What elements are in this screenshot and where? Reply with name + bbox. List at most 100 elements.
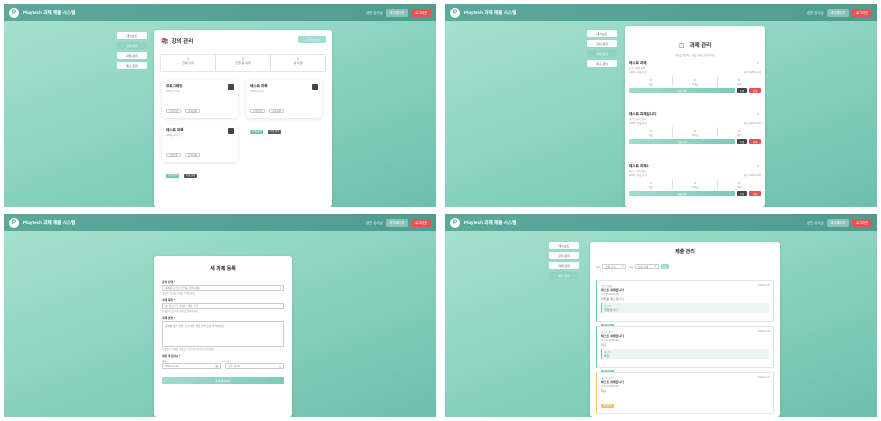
assignment-due: 마감 2025-10-28 xyxy=(743,174,761,177)
delete-button[interactable]: 삭제 xyxy=(749,191,761,196)
submission-card[interactable]: 테스트 과목 2025-10-21 테스트 과제입니다 박학생 (2025125… xyxy=(596,372,774,414)
feedback-box: 피드백 잘했습니다 xyxy=(601,303,769,313)
sidebar-item-courses[interactable]: 강의 관리 xyxy=(549,252,579,259)
assignment-item: 테스트 과제입니다 ✕ 테스트 과목 강의 2025년 제출 마감 마감 2025… xyxy=(629,112,761,144)
course-management-screen: P Playtech 과제 제출 시스템 김민 강사님 마이페이지 로그아웃 대… xyxy=(4,4,436,207)
stat-label: 전체 강의 xyxy=(182,61,194,65)
view-submissions-button[interactable]: 제출 현황 xyxy=(629,139,735,144)
sidebar-item-courses[interactable]: 강의 관리 xyxy=(117,42,147,49)
clipboard-icon: 📋 xyxy=(678,43,685,49)
stat-label: 채점 xyxy=(737,134,742,137)
manage-assignments-button[interactable]: 과제 관리 xyxy=(250,130,264,134)
submission-date: 2025-10-21 xyxy=(757,376,770,379)
assignment-meta: 2025년 제출 마감 xyxy=(629,122,647,125)
stat-label: 제출 xyxy=(648,134,653,137)
task-filter-select[interactable]: 전체 과제 ▾ xyxy=(634,264,659,269)
sidebar: 대시보드 강의 관리 과제 관리 제출 관리 xyxy=(117,32,147,69)
sidebar-item-assignments[interactable]: 과제 관리 xyxy=(587,50,617,57)
due-label: 제출 마감일시 * xyxy=(162,354,181,358)
stats-row: 3 전체 강의 0 진행 중 과제 0총 학생 xyxy=(160,54,326,72)
course-card[interactable]: 프로그래밍 2025년 2학기 수강인원 과제현황 과제 관리 학생 관리 xyxy=(162,80,238,134)
mypage-button[interactable]: 마이페이지 xyxy=(826,8,850,17)
logout-button[interactable]: 로그아웃 xyxy=(411,8,431,17)
submission-student: 김학생 (2025123) xyxy=(601,293,620,296)
sidebar-item-submissions[interactable]: 제출 관리 xyxy=(549,272,579,279)
course-hint: 과제가 게시될 강의를 선택하세요 xyxy=(162,292,195,295)
close-icon[interactable]: ✕ xyxy=(756,164,759,168)
mypage-button[interactable]: 마이페이지 xyxy=(826,218,850,227)
feedback-text: 확인 xyxy=(604,354,610,358)
logout-button[interactable]: 로그아웃 xyxy=(852,218,872,227)
feedback-box: 피드백 확인 xyxy=(601,349,769,359)
stat-label: 채점 xyxy=(737,83,742,86)
course-tag: 과제현황 xyxy=(269,109,285,113)
sidebar-item-assignments[interactable]: 과제 관리 xyxy=(549,262,579,269)
view-submissions-button[interactable]: 제출 현황 xyxy=(629,88,735,93)
submission-card[interactable]: 테스트 과목 2025-10-22 테스트 과제입니다 이학생 (2025124… xyxy=(596,326,774,374)
menu-icon[interactable] xyxy=(228,84,234,90)
logo-icon: P xyxy=(9,7,19,18)
submission-student: 이학생 (2025124) xyxy=(601,339,620,342)
user-name: 김민 강사님 xyxy=(366,221,383,225)
submit-assignment-button[interactable]: 과제 등록하기 xyxy=(162,377,284,384)
delete-button[interactable]: 삭제 xyxy=(749,139,761,144)
stat-label: 미제출 xyxy=(691,134,699,137)
menu-icon[interactable] xyxy=(312,84,318,90)
delete-button[interactable]: 삭제 xyxy=(749,88,761,93)
manage-assignments-button[interactable]: 과제 관리 xyxy=(166,174,180,178)
submission-body: 제출 xyxy=(601,343,607,347)
page-subtitle: 과제를 생성하고 제출 현황을 확인하세요 xyxy=(674,54,716,57)
app-header: P Playtech 과제 제출 시스템 김민 강사님 마이페이지 로그아웃 xyxy=(4,4,436,21)
course-term: 2025년 2학기 xyxy=(166,134,180,137)
filter-search-button[interactable]: 조회 xyxy=(660,264,669,269)
sidebar-item-dashboard[interactable]: 대시보드 xyxy=(117,32,147,39)
user-name: 김민 강사님 xyxy=(366,11,383,15)
new-course-button[interactable]: + 새 강의 생성 xyxy=(298,36,326,43)
stat-label: 제출 xyxy=(648,186,653,189)
edit-button[interactable]: 수정 xyxy=(737,88,747,93)
edit-button[interactable]: 수정 xyxy=(737,139,747,144)
page-title: 제출 관리 xyxy=(675,249,695,255)
chevron-down-icon: ▾ xyxy=(622,265,624,268)
view-submissions-button[interactable]: 제출 현황 xyxy=(629,191,735,196)
description-textarea[interactable]: 과제에 대한 설명, 요구사항, 제출 형식 등을 입력하세요 xyxy=(162,321,284,347)
logo-icon: P xyxy=(9,217,19,228)
menu-icon[interactable] xyxy=(228,128,234,134)
sidebar-item-dashboard[interactable]: 대시보드 xyxy=(587,30,617,37)
manage-students-button[interactable]: 학생 관리 xyxy=(183,174,198,178)
sidebar-item-assignments[interactable]: 과제 관리 xyxy=(117,52,147,59)
close-icon[interactable]: ✕ xyxy=(756,112,759,116)
assignment-panel: 📋 과제 관리 과제를 생성하고 제출 현황을 확인하세요 테스트 과제 ✕ 프… xyxy=(625,26,765,207)
submission-body: 과제를 제출합니다. xyxy=(601,297,625,301)
close-icon[interactable]: ✕ xyxy=(756,61,759,65)
course-filter-select[interactable]: 전체 강의 ▾ xyxy=(602,264,627,269)
sidebar-item-submissions[interactable]: 제출 관리 xyxy=(587,60,617,67)
stat-label: 제출 xyxy=(648,83,653,86)
filter-task-label: 과제 xyxy=(628,265,633,269)
task-filter-value: 전체 과제 xyxy=(637,265,649,269)
sidebar-item-courses[interactable]: 강의 관리 xyxy=(587,40,617,47)
logout-button[interactable]: 로그아웃 xyxy=(411,218,431,227)
edit-button[interactable]: 수정 xyxy=(737,191,747,196)
assignment-due: 마감 2025-10-28 xyxy=(743,122,761,125)
app-title: Playtech 과제 제출 시스템 xyxy=(23,219,76,225)
logout-button[interactable]: 로그아웃 xyxy=(852,8,872,17)
sidebar-item-submissions[interactable]: 제출 관리 xyxy=(117,62,147,69)
mypage-button[interactable]: 마이페이지 xyxy=(385,8,409,17)
course-card[interactable]: 테스트 과목 2025년 2학기 수강인원 과제현황 과제 관리 학생 관리 xyxy=(246,80,322,134)
new-assignment-screen: P Playtech 과제 제출 시스템 김민 강사님 마이페이지 로그아웃 새… xyxy=(4,214,436,417)
mypage-button[interactable]: 마이페이지 xyxy=(385,218,409,227)
time-input[interactable]: 오후 11:59 ◷ xyxy=(225,363,284,369)
description-label: 과제 설명 * xyxy=(162,316,175,320)
course-label: 강의 선택 * xyxy=(162,280,175,284)
manage-students-button[interactable]: 학생 관리 xyxy=(267,130,282,134)
course-card[interactable]: 테스트 과목 2025년 2학기 수강인원 과제현황 과제 관리 학생 관리 xyxy=(162,124,238,178)
sidebar-item-dashboard[interactable]: 대시보드 xyxy=(549,242,579,249)
course-term: 2025년 2학기 xyxy=(166,90,180,93)
calendar-icon: ▦ xyxy=(215,364,218,368)
course-tag: 수강인원 xyxy=(250,109,265,113)
submission-card[interactable]: 프로그래밍 2025-10-22 테스트 과제입니다 김학생 (2025123)… xyxy=(596,280,774,328)
date-input[interactable]: 2025-10-24 ▦ xyxy=(162,363,221,369)
stat-label: 총 학생 xyxy=(293,61,303,65)
logo-icon: P xyxy=(450,217,460,228)
